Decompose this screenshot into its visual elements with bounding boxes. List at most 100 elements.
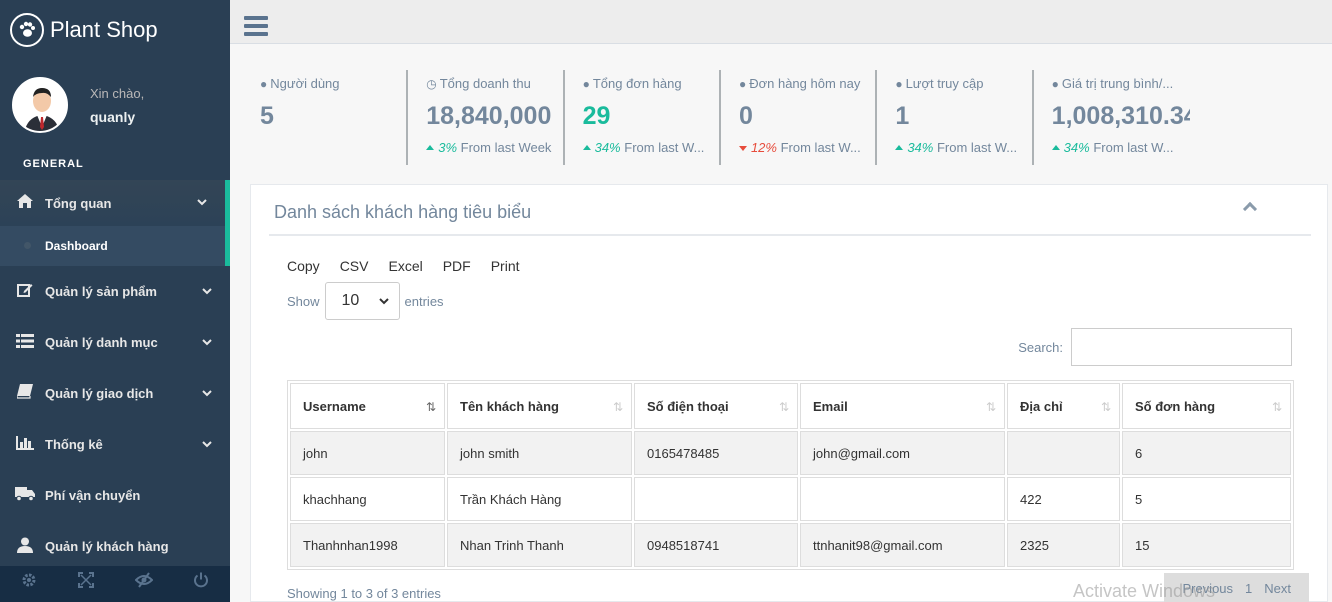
stat-tile-average: ● Giá trị trung bình/... 1,008,310.34 34%…	[1031, 70, 1190, 165]
book-icon	[15, 384, 35, 403]
stat-tile-visits: ● Lượt truy cập 1 34% From last W...	[875, 70, 1031, 165]
stat-title: Giá trị trung bình/...	[1061, 76, 1174, 91]
sidebar-item-tong-quan[interactable]: Tổng quan	[0, 180, 230, 226]
print-button[interactable]: Print	[491, 258, 520, 274]
stat-tile-users: ● Người dùng 5	[250, 70, 406, 165]
next-button[interactable]: Next	[1264, 581, 1291, 596]
cell-address: 2325	[1007, 523, 1120, 567]
clock-icon: ◷	[426, 77, 437, 91]
cell-name: Nhan Trinh Thanh	[447, 523, 632, 567]
sort-icon: ⇅	[778, 400, 789, 414]
sidebar-item-label: Quản lý giao dịch	[45, 386, 154, 401]
panel-title: Danh sách khách hàng tiêu biểu	[274, 202, 532, 222]
cell-orders: 5	[1122, 477, 1291, 521]
csv-button[interactable]: CSV	[340, 258, 369, 274]
sidebar-item-danh-muc[interactable]: Quản lý danh mục	[0, 317, 230, 368]
sidebar-item-thong-ke[interactable]: Thống kê	[0, 419, 230, 470]
stat-compare: From last W...	[1093, 140, 1174, 155]
table-row: khachhang Trần Khách Hàng 422 5	[290, 477, 1291, 521]
entries-value: 10	[341, 292, 360, 309]
stat-title: Tổng doanh thu	[439, 76, 531, 91]
copy-button[interactable]: Copy	[287, 258, 320, 274]
gear-icon[interactable]	[0, 566, 58, 602]
table-row: Thanhnhan1998 Nhan Trinh Thanh 094851874…	[290, 523, 1291, 567]
search-input[interactable]	[1071, 328, 1292, 366]
table-header-row: Username ⇅ Tên khách hàng ⇅ Số điện thoại ⇅…	[290, 383, 1291, 429]
sidebar-item-san-pham[interactable]: Quản lý sản phẩm	[0, 266, 230, 317]
arrow-up-icon	[895, 145, 904, 150]
sidebar-item-label: Quản lý sản phẩm	[45, 284, 157, 299]
cell-username: khachhang	[290, 477, 445, 521]
paw-icon	[10, 13, 44, 47]
home-icon	[15, 194, 35, 212]
cell-orders: 6	[1122, 431, 1291, 475]
sidebar-item-label: Quản lý danh mục	[45, 335, 158, 350]
page-1-button[interactable]: 1	[1245, 581, 1252, 596]
stat-compare: From last W...	[780, 140, 861, 155]
user-icon: ●	[1051, 77, 1059, 91]
column-header-username[interactable]: Username ⇅	[290, 383, 445, 429]
arrow-up-icon	[582, 145, 591, 150]
column-header-email[interactable]: Email ⇅	[800, 383, 1005, 429]
cell-phone: 0948518741	[634, 523, 798, 567]
sidebar-item-label: Quản lý khách hàng	[45, 539, 169, 554]
show-label: Show	[287, 293, 320, 309]
chevron-down-icon	[202, 286, 212, 298]
sidebar-subitem-label: Dashboard	[45, 239, 108, 253]
stat-percent: 3%	[438, 140, 458, 155]
stat-title: Người dùng	[270, 76, 340, 91]
user-icon: ●	[260, 77, 268, 91]
cell-name: Trần Khách Hàng	[447, 477, 632, 521]
user-icon: ●	[738, 77, 747, 91]
table-info: Showing 1 to 3 of 3 entries	[287, 586, 441, 601]
eye-slash-icon[interactable]	[115, 566, 173, 602]
column-header-orders[interactable]: Số đơn hàng ⇅	[1122, 383, 1291, 429]
stat-tile-orders: ● Tổng đơn hàng 29 34% From last W...	[562, 70, 719, 165]
section-title: GENERAL	[23, 158, 84, 170]
sidebar-item-giao-dich[interactable]: Quản lý giao dịch	[0, 368, 230, 419]
export-buttons: Copy CSV Excel PDF Print	[287, 258, 540, 274]
brand[interactable]: Plant Shop	[0, 0, 230, 60]
stat-value: 1	[895, 102, 910, 130]
sidebar-subitem-dashboard[interactable]: Dashboard	[0, 226, 230, 266]
column-header-phone[interactable]: Số điện thoại ⇅	[634, 383, 798, 429]
cell-email: john@gmail.com	[800, 431, 1005, 475]
user-icon	[15, 537, 35, 557]
sort-icon: ⇅	[1271, 400, 1282, 414]
activation-watermark: Activate Windows	[1073, 581, 1216, 601]
avatar	[12, 77, 68, 133]
fullscreen-icon[interactable]	[58, 566, 116, 602]
sidebar-item-phi-van-chuyen[interactable]: Phí vận chuyển	[0, 470, 230, 521]
arrow-down-icon	[738, 146, 747, 151]
column-header-address[interactable]: Địa chỉ ⇅	[1007, 383, 1120, 429]
stat-compare: From last W...	[936, 140, 1018, 155]
chevron-down-icon	[378, 292, 389, 310]
profile: Xin chào, quanly	[0, 60, 230, 150]
stat-tiles: ● Người dùng 5 ◷ Tổng doanh thu 18,840,000…	[250, 70, 1190, 165]
sidebar-item-label: Tổng quan	[45, 195, 112, 211]
sort-icon: ⇅	[1100, 400, 1111, 414]
stat-percent: 12%	[750, 140, 777, 155]
top-nav	[230, 0, 1332, 44]
chevron-down-icon	[202, 337, 212, 349]
sidebar-item-label: Thống kê	[45, 437, 103, 452]
stat-compare: From last W...	[624, 140, 705, 155]
power-icon[interactable]	[173, 566, 231, 602]
pdf-button[interactable]: PDF	[443, 258, 471, 274]
cell-orders: 15	[1122, 523, 1291, 567]
cell-email: ttnhanit98@gmail.com	[800, 523, 1005, 567]
chevron-up-icon[interactable]	[1242, 201, 1258, 217]
stat-value: 5	[260, 102, 274, 130]
stat-title: Lượt truy cập	[905, 76, 984, 91]
sidebar-item-khach-hang[interactable]: Quản lý khách hàng	[0, 521, 230, 572]
column-header-name[interactable]: Tên khách hàng ⇅	[447, 383, 632, 429]
page-length: Show 10 entries	[287, 282, 444, 320]
stat-percent: 34%	[907, 140, 934, 155]
sidebar: Plant Shop Xin chào, quanly GENERAL Tổng…	[0, 0, 230, 602]
chevron-down-icon	[202, 439, 212, 451]
cell-name: john smith	[447, 431, 632, 475]
entries-select[interactable]: 10	[324, 282, 400, 320]
excel-button[interactable]: Excel	[388, 258, 422, 274]
user-icon: ●	[895, 77, 903, 91]
menu-toggle-icon[interactable]	[244, 16, 268, 40]
